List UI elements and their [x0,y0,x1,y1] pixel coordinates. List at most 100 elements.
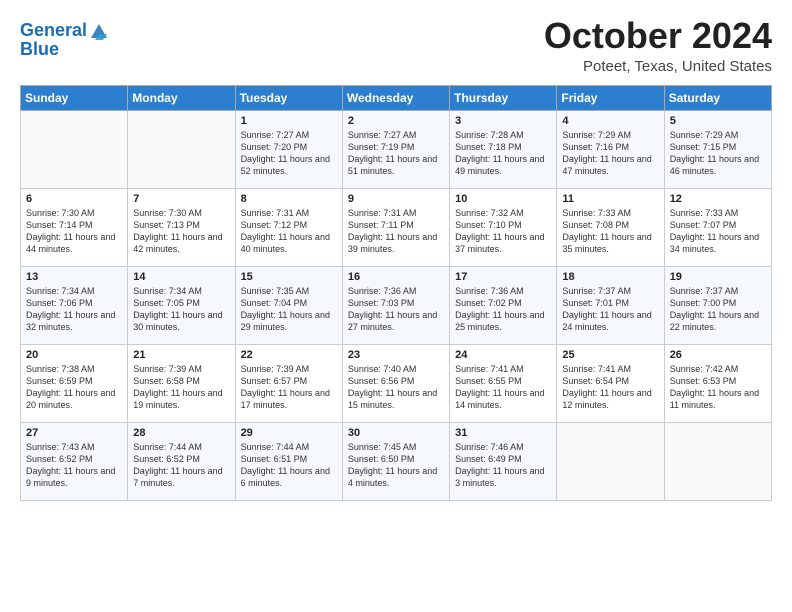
calendar-week-row: 20Sunrise: 7:38 AMSunset: 6:59 PMDayligh… [21,344,772,422]
day-info: Sunrise: 7:39 AMSunset: 6:58 PMDaylight:… [133,363,229,412]
day-number: 19 [670,271,766,283]
calendar-cell: 16Sunrise: 7:36 AMSunset: 7:03 PMDayligh… [342,266,449,344]
calendar-cell [21,110,128,188]
logo-text-line2: Blue [20,40,109,60]
day-number: 27 [26,427,122,439]
day-number: 12 [670,193,766,205]
day-number: 26 [670,349,766,361]
day-number: 28 [133,427,229,439]
calendar-cell: 25 Sunrise: 7:41 AMSunset: 6:54 PMDayligh… [557,344,664,422]
day-number: 15 [241,271,337,283]
day-number: 8 [241,193,337,205]
day-number: 23 [348,349,444,361]
calendar-cell: 1 Sunrise: 7:27 AMSunset: 7:20 PMDaylight… [235,110,342,188]
calendar-cell: 17 Sunrise: 7:36 AMSunset: 7:02 PMDayligh… [450,266,557,344]
calendar-week-row: 13Sunrise: 7:34 AMSunset: 7:06 PMDayligh… [21,266,772,344]
calendar-cell [664,422,771,500]
day-number: 14 [133,271,229,283]
day-number: 24 [455,349,551,361]
day-number: 7 [133,193,229,205]
calendar-cell: 22 Sunrise: 7:39 AMSunset: 6:57 PMDayligh… [235,344,342,422]
calendar-week-row: 6Sunrise: 7:30 AMSunset: 7:14 PMDaylight… [21,188,772,266]
day-number: 1 [241,115,337,127]
day-info: Sunrise: 7:28 AMSunset: 7:18 PMDaylight:… [455,129,551,178]
day-info: Sunrise: 7:31 AMSunset: 7:11 PMDaylight:… [348,207,444,256]
month-title: October 2024 [544,16,772,56]
calendar-cell: 13Sunrise: 7:34 AMSunset: 7:06 PMDayligh… [21,266,128,344]
day-info: Sunrise: 7:43 AMSunset: 6:52 PMDaylight:… [26,441,122,490]
calendar-cell: 2 Sunrise: 7:27 AMSunset: 7:19 PMDaylight… [342,110,449,188]
calendar-cell: 21 Sunrise: 7:39 AMSunset: 6:58 PMDayligh… [128,344,235,422]
calendar-cell: 12 Sunrise: 7:33 AMSunset: 7:07 PMDayligh… [664,188,771,266]
calendar-cell: 15 Sunrise: 7:35 AMSunset: 7:04 PMDayligh… [235,266,342,344]
calendar-cell: 18 Sunrise: 7:37 AMSunset: 7:01 PMDayligh… [557,266,664,344]
day-number: 2 [348,115,444,127]
calendar-cell: 24 Sunrise: 7:41 AMSunset: 6:55 PMDayligh… [450,344,557,422]
day-number: 17 [455,271,551,283]
day-number: 11 [562,193,658,205]
day-info: Sunrise: 7:45 AMSunset: 6:50 PMDaylight:… [348,441,444,490]
day-number: 21 [133,349,229,361]
day-number: 6 [26,193,122,205]
logo-text-line1: General [20,21,87,41]
calendar-cell: 10 Sunrise: 7:32 AMSunset: 7:10 PMDayligh… [450,188,557,266]
day-number: 18 [562,271,658,283]
day-number: 29 [241,427,337,439]
calendar-cell: 19 Sunrise: 7:37 AMSunset: 7:00 PMDayligh… [664,266,771,344]
day-number: 13 [26,271,122,283]
day-header-wednesday: Wednesday [342,85,449,110]
day-number: 10 [455,193,551,205]
location: Poteet, Texas, United States [544,58,772,75]
calendar-cell: 7 Sunrise: 7:30 AMSunset: 7:13 PMDaylight… [128,188,235,266]
logo: General Blue [20,20,109,60]
calendar-cell: 9 Sunrise: 7:31 AMSunset: 7:11 PMDaylight… [342,188,449,266]
day-info: Sunrise: 7:33 AMSunset: 7:08 PMDaylight:… [562,207,658,256]
day-info: Sunrise: 7:37 AMSunset: 7:00 PMDaylight:… [670,285,766,334]
day-number: 31 [455,427,551,439]
day-info: Sunrise: 7:29 AMSunset: 7:15 PMDaylight:… [670,129,766,178]
day-info: Sunrise: 7:29 AMSunset: 7:16 PMDaylight:… [562,129,658,178]
day-info: Sunrise: 7:27 AMSunset: 7:20 PMDaylight:… [241,129,337,178]
calendar-cell: 14 Sunrise: 7:34 AMSunset: 7:05 PMDayligh… [128,266,235,344]
calendar-cell: 31 Sunrise: 7:46 AMSunset: 6:49 PMDayligh… [450,422,557,500]
calendar-header-row: SundayMondayTuesdayWednesdayThursdayFrid… [21,85,772,110]
day-info: Sunrise: 7:30 AMSunset: 7:13 PMDaylight:… [133,207,229,256]
calendar-cell: 4Sunrise: 7:29 AMSunset: 7:16 PMDaylight… [557,110,664,188]
day-info: Sunrise: 7:35 AMSunset: 7:04 PMDaylight:… [241,285,337,334]
day-info: Sunrise: 7:33 AMSunset: 7:07 PMDaylight:… [670,207,766,256]
day-header-monday: Monday [128,85,235,110]
calendar-cell: 6Sunrise: 7:30 AMSunset: 7:14 PMDaylight… [21,188,128,266]
header: General Blue October 2024 Poteet, Texas,… [20,16,772,75]
day-info: Sunrise: 7:44 AMSunset: 6:52 PMDaylight:… [133,441,229,490]
day-header-saturday: Saturday [664,85,771,110]
day-info: Sunrise: 7:34 AMSunset: 7:05 PMDaylight:… [133,285,229,334]
day-info: Sunrise: 7:27 AMSunset: 7:19 PMDaylight:… [348,129,444,178]
calendar-week-row: 1 Sunrise: 7:27 AMSunset: 7:20 PMDaylight… [21,110,772,188]
calendar-cell: 29 Sunrise: 7:44 AMSunset: 6:51 PMDayligh… [235,422,342,500]
day-number: 3 [455,115,551,127]
day-number: 22 [241,349,337,361]
day-number: 20 [26,349,122,361]
day-info: Sunrise: 7:31 AMSunset: 7:12 PMDaylight:… [241,207,337,256]
calendar-cell: 23Sunrise: 7:40 AMSunset: 6:56 PMDayligh… [342,344,449,422]
day-info: Sunrise: 7:37 AMSunset: 7:01 PMDaylight:… [562,285,658,334]
day-header-friday: Friday [557,85,664,110]
calendar-cell [128,110,235,188]
calendar-week-row: 27 Sunrise: 7:43 AMSunset: 6:52 PMDayligh… [21,422,772,500]
day-header-sunday: Sunday [21,85,128,110]
day-info: Sunrise: 7:42 AMSunset: 6:53 PMDaylight:… [670,363,766,412]
calendar-cell: 20Sunrise: 7:38 AMSunset: 6:59 PMDayligh… [21,344,128,422]
day-header-thursday: Thursday [450,85,557,110]
day-info: Sunrise: 7:46 AMSunset: 6:49 PMDaylight:… [455,441,551,490]
day-info: Sunrise: 7:36 AMSunset: 7:02 PMDaylight:… [455,285,551,334]
title-block: October 2024 Poteet, Texas, United State… [544,16,772,75]
day-info: Sunrise: 7:32 AMSunset: 7:10 PMDaylight:… [455,207,551,256]
day-info: Sunrise: 7:41 AMSunset: 6:54 PMDaylight:… [562,363,658,412]
day-info: Sunrise: 7:41 AMSunset: 6:55 PMDaylight:… [455,363,551,412]
day-number: 9 [348,193,444,205]
calendar-cell [557,422,664,500]
calendar-cell: 11 Sunrise: 7:33 AMSunset: 7:08 PMDayligh… [557,188,664,266]
day-info: Sunrise: 7:39 AMSunset: 6:57 PMDaylight:… [241,363,337,412]
day-info: Sunrise: 7:44 AMSunset: 6:51 PMDaylight:… [241,441,337,490]
day-number: 25 [562,349,658,361]
